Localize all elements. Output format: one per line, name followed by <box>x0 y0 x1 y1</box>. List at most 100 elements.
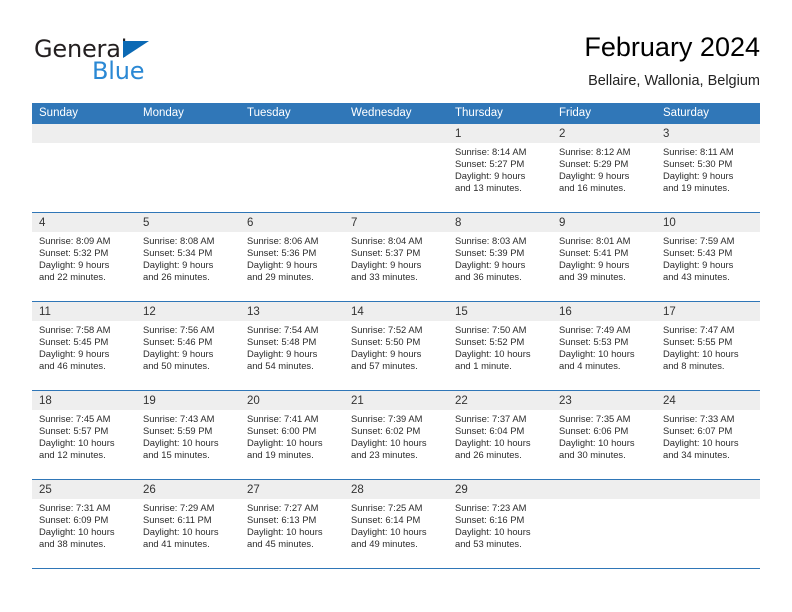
calendar-day-cell-empty <box>32 124 136 212</box>
calendar-day-cell[interactable]: 28 Sunrise: 7:25 AM Sunset: 6:14 PM Dayligh… <box>344 480 448 568</box>
calendar-day-cell[interactable]: 10 Sunrise: 7:59 AM Sunset: 5:43 PM Dayligh… <box>656 213 760 301</box>
daylight-text: Daylight: 10 hours <box>455 348 531 360</box>
day-number-band <box>32 124 136 143</box>
day-number-band: 15 <box>448 302 552 321</box>
weekday-header-row: Sunday Monday Tuesday Wednesday Thursday Frid… <box>32 103 760 124</box>
day-number: 28 <box>351 484 364 496</box>
calendar-day-cell[interactable]: 3 Sunrise: 8:11 AM Sunset: 5:30 PM Daylight… <box>656 124 760 212</box>
day-number: 15 <box>455 306 468 318</box>
calendar-day-cell[interactable]: 19 Sunrise: 7:43 AM Sunset: 5:59 PM Dayligh… <box>136 391 240 479</box>
sun-info: Sunrise: 7:29 AM Sunset: 6:11 PM Daylight:… <box>136 499 240 550</box>
calendar-day-cell[interactable]: 27 Sunrise: 7:27 AM Sunset: 6:13 PM Dayligh… <box>240 480 344 568</box>
calendar-day-cell[interactable]: 1 Sunrise: 8:14 AM Sunset: 5:27 PM Daylight… <box>448 124 552 212</box>
daylight-text: Daylight: 9 hours <box>351 348 422 360</box>
calendar-day-cell[interactable]: 8 Sunrise: 8:03 AM Sunset: 5:39 PM Daylight… <box>448 213 552 301</box>
calendar-day-cell[interactable]: 7 Sunrise: 8:04 AM Sunset: 5:37 PM Daylight… <box>344 213 448 301</box>
sunset-text: Sunset: 6:09 PM <box>39 514 109 526</box>
calendar-week-row: 25 Sunrise: 7:31 AM Sunset: 6:09 PM Dayligh… <box>32 480 760 569</box>
calendar-day-cell[interactable]: 21 Sunrise: 7:39 AM Sunset: 6:02 PM Dayligh… <box>344 391 448 479</box>
sunrise-text: Sunrise: 8:09 AM <box>39 235 111 246</box>
day-number: 7 <box>351 217 358 229</box>
daylight-text: Daylight: 10 hours <box>247 437 323 449</box>
sunrise-text: Sunrise: 7:54 AM <box>247 324 319 335</box>
sunset-text: Sunset: 5:27 PM <box>455 158 525 170</box>
day-number-band: 3 <box>656 124 760 143</box>
calendar-day-cell[interactable]: 29 Sunrise: 7:23 AM Sunset: 6:16 PM Dayligh… <box>448 480 552 568</box>
sun-info: Sunrise: 8:12 AM Sunset: 5:29 PM Daylight:… <box>552 143 656 194</box>
sunset-text: Sunset: 6:07 PM <box>663 425 733 437</box>
daylight-text: Daylight: 10 hours <box>351 526 427 538</box>
day-number-band: 20 <box>240 391 344 410</box>
calendar-day-cell-empty <box>136 124 240 212</box>
calendar-day-cell[interactable]: 12 Sunrise: 7:56 AM Sunset: 5:46 PM Dayligh… <box>136 302 240 390</box>
day-number-band: 1 <box>448 124 552 143</box>
calendar-day-cell[interactable]: 11 Sunrise: 7:58 AM Sunset: 5:45 PM Dayligh… <box>32 302 136 390</box>
calendar-day-cell[interactable]: 22 Sunrise: 7:37 AM Sunset: 6:04 PM Dayligh… <box>448 391 552 479</box>
daylight-text: and 22 minutes. <box>39 271 106 283</box>
day-number-band: 5 <box>136 213 240 232</box>
calendar-day-cell-empty <box>344 124 448 212</box>
sunset-text: Sunset: 5:48 PM <box>247 336 317 348</box>
sunset-text: Sunset: 6:14 PM <box>351 514 421 526</box>
calendar-day-cell[interactable]: 9 Sunrise: 8:01 AM Sunset: 5:41 PM Daylight… <box>552 213 656 301</box>
sun-info: Sunrise: 8:03 AM Sunset: 5:39 PM Daylight:… <box>448 232 552 283</box>
calendar-day-cell[interactable]: 23 Sunrise: 7:35 AM Sunset: 6:06 PM Dayligh… <box>552 391 656 479</box>
sunset-text: Sunset: 6:02 PM <box>351 425 421 437</box>
sunrise-text: Sunrise: 7:49 AM <box>559 324 631 335</box>
general-blue-logo: General Blue <box>34 36 234 92</box>
daylight-text: and 26 minutes. <box>143 271 210 283</box>
calendar-day-cell[interactable]: 15 Sunrise: 7:50 AM Sunset: 5:52 PM Dayligh… <box>448 302 552 390</box>
sun-info: Sunrise: 8:04 AM Sunset: 5:37 PM Daylight:… <box>344 232 448 283</box>
daylight-text: and 8 minutes. <box>663 360 725 372</box>
day-number: 4 <box>39 217 46 229</box>
sun-info: Sunrise: 7:31 AM Sunset: 6:09 PM Daylight:… <box>32 499 136 550</box>
day-number: 11 <box>39 306 51 318</box>
calendar-day-cell[interactable]: 17 Sunrise: 7:47 AM Sunset: 5:55 PM Dayligh… <box>656 302 760 390</box>
calendar-week-row: 11 Sunrise: 7:58 AM Sunset: 5:45 PM Dayligh… <box>32 302 760 391</box>
sunset-text: Sunset: 5:50 PM <box>351 336 421 348</box>
sunrise-text: Sunrise: 7:23 AM <box>455 502 527 513</box>
calendar-day-cell[interactable]: 16 Sunrise: 7:49 AM Sunset: 5:53 PM Dayligh… <box>552 302 656 390</box>
sunrise-text: Sunrise: 7:43 AM <box>143 413 215 424</box>
calendar-day-cell-empty <box>656 480 760 568</box>
sunrise-text: Sunrise: 8:04 AM <box>351 235 423 246</box>
calendar-day-cell[interactable]: 25 Sunrise: 7:31 AM Sunset: 6:09 PM Dayligh… <box>32 480 136 568</box>
day-number-band: 11 <box>32 302 136 321</box>
daylight-text: Daylight: 9 hours <box>143 259 214 271</box>
calendar-day-cell[interactable]: 13 Sunrise: 7:54 AM Sunset: 5:48 PM Dayligh… <box>240 302 344 390</box>
sunrise-text: Sunrise: 8:03 AM <box>455 235 527 246</box>
calendar-day-cell[interactable]: 20 Sunrise: 7:41 AM Sunset: 6:00 PM Dayligh… <box>240 391 344 479</box>
sunset-text: Sunset: 5:30 PM <box>663 158 733 170</box>
calendar-day-cell[interactable]: 26 Sunrise: 7:29 AM Sunset: 6:11 PM Dayligh… <box>136 480 240 568</box>
daylight-text: Daylight: 10 hours <box>143 437 219 449</box>
day-number-band <box>656 480 760 499</box>
sun-info: Sunrise: 8:11 AM Sunset: 5:30 PM Daylight:… <box>656 143 760 194</box>
day-number: 18 <box>39 395 52 407</box>
daylight-text: and 29 minutes. <box>247 271 314 283</box>
sunset-text: Sunset: 5:46 PM <box>143 336 213 348</box>
calendar-day-cell[interactable]: 18 Sunrise: 7:45 AM Sunset: 5:57 PM Dayligh… <box>32 391 136 479</box>
sunrise-text: Sunrise: 7:33 AM <box>663 413 735 424</box>
sun-info: Sunrise: 8:06 AM Sunset: 5:36 PM Daylight:… <box>240 232 344 283</box>
daylight-text: Daylight: 9 hours <box>39 259 110 271</box>
day-number-band: 4 <box>32 213 136 232</box>
calendar-day-cell[interactable]: 6 Sunrise: 8:06 AM Sunset: 5:36 PM Daylight… <box>240 213 344 301</box>
daylight-text: Daylight: 9 hours <box>247 259 318 271</box>
weekday-header-sunday: Sunday <box>39 107 79 119</box>
calendar-day-cell[interactable]: 4 Sunrise: 8:09 AM Sunset: 5:32 PM Daylight… <box>32 213 136 301</box>
day-number: 17 <box>663 306 676 318</box>
sunrise-text: Sunrise: 7:35 AM <box>559 413 631 424</box>
sunset-text: Sunset: 6:16 PM <box>455 514 525 526</box>
day-number: 19 <box>143 395 156 407</box>
daylight-text: Daylight: 9 hours <box>455 170 526 182</box>
weekday-header-wednesday: Wednesday <box>351 107 412 119</box>
calendar-day-cell-empty <box>552 480 656 568</box>
calendar-day-cell[interactable]: 2 Sunrise: 8:12 AM Sunset: 5:29 PM Daylight… <box>552 124 656 212</box>
calendar-day-cell[interactable]: 5 Sunrise: 8:08 AM Sunset: 5:34 PM Daylight… <box>136 213 240 301</box>
weekday-header-tuesday: Tuesday <box>247 107 291 119</box>
calendar-day-cell[interactable]: 14 Sunrise: 7:52 AM Sunset: 5:50 PM Dayligh… <box>344 302 448 390</box>
sunrise-text: Sunrise: 8:08 AM <box>143 235 215 246</box>
sun-info: Sunrise: 7:58 AM Sunset: 5:45 PM Daylight:… <box>32 321 136 372</box>
calendar-day-cell[interactable]: 24 Sunrise: 7:33 AM Sunset: 6:07 PM Dayligh… <box>656 391 760 479</box>
day-number: 29 <box>455 484 468 496</box>
